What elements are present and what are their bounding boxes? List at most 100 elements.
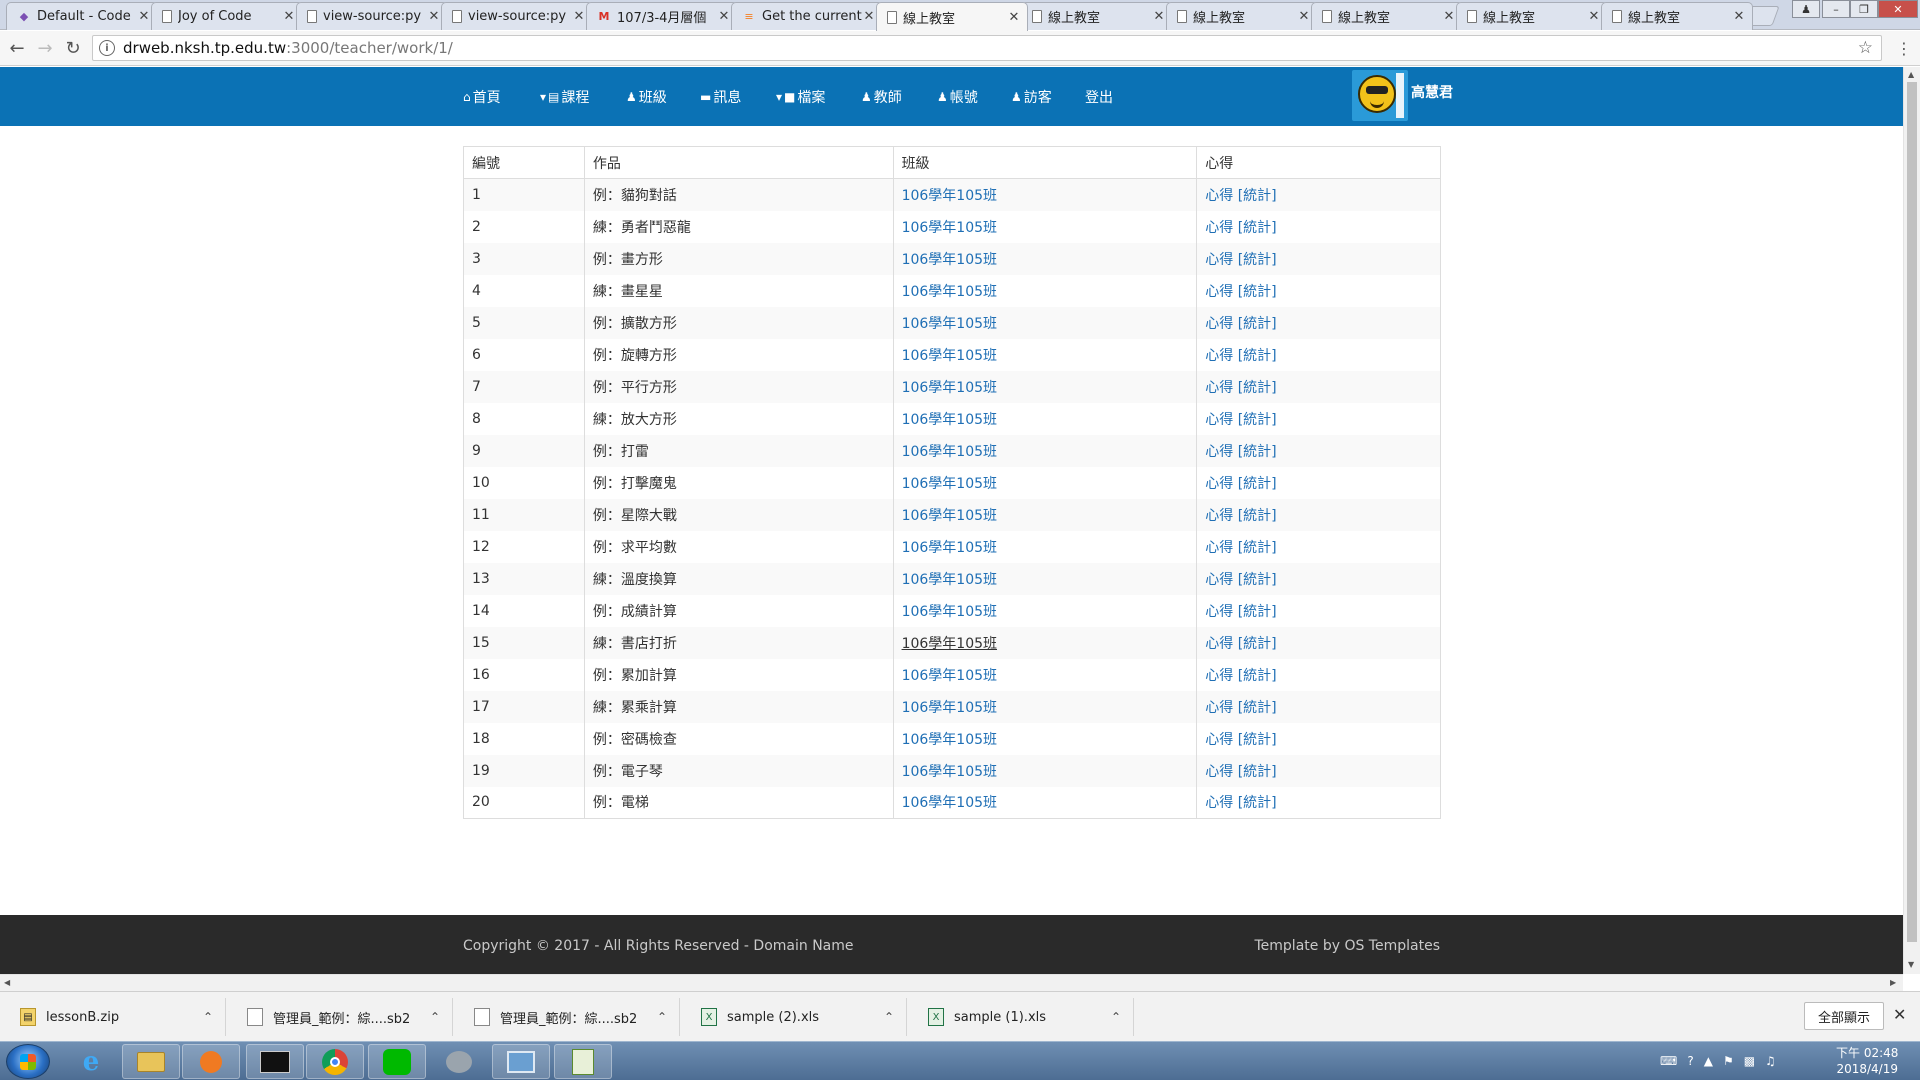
tab-close-icon[interactable]: ✕ bbox=[717, 9, 731, 24]
class-link[interactable]: 106學年105班 bbox=[902, 412, 997, 428]
maximize-button[interactable]: ❐ bbox=[1850, 0, 1878, 18]
download-item[interactable]: 管理員_範例：綜....sb2 ⌃ bbox=[454, 998, 680, 1036]
class-link[interactable]: 106學年105班 bbox=[902, 636, 997, 652]
bookmark-star-icon[interactable]: ☆ bbox=[1858, 38, 1873, 58]
class-link[interactable]: 106學年105班 bbox=[902, 732, 997, 748]
stats-link[interactable]: [統計] bbox=[1238, 348, 1277, 364]
chrome-icon[interactable] bbox=[306, 1044, 364, 1079]
minimize-button[interactable]: – bbox=[1822, 0, 1850, 18]
download-item[interactable]: ▤ lessonB.zip ⌃ bbox=[0, 998, 226, 1036]
chevron-up-icon[interactable]: ⌃ bbox=[884, 1010, 894, 1024]
scroll-left-arrow-icon[interactable]: ◀ bbox=[4, 978, 10, 987]
stats-link[interactable]: [統計] bbox=[1238, 444, 1277, 460]
reflection-link[interactable]: 心得 bbox=[1205, 220, 1233, 236]
network-icon[interactable]: ▩ bbox=[1744, 1054, 1755, 1068]
class-link[interactable]: 106學年105班 bbox=[902, 540, 997, 556]
network-tool-icon[interactable] bbox=[430, 1044, 488, 1079]
reload-icon[interactable]: ↻ bbox=[62, 37, 84, 59]
nav-item-1[interactable]: ▾ ▤ 課程 bbox=[540, 87, 589, 107]
stats-link[interactable]: [統計] bbox=[1238, 220, 1277, 236]
reflection-link[interactable]: 心得 bbox=[1205, 540, 1233, 556]
nav-item-2[interactable]: ♟ 班級 bbox=[626, 87, 667, 107]
tab-close-icon[interactable]: ✕ bbox=[427, 9, 441, 24]
scroll-down-arrow-icon[interactable]: ▼ bbox=[1908, 960, 1914, 969]
class-link[interactable]: 106學年105班 bbox=[902, 700, 997, 716]
stats-link[interactable]: [統計] bbox=[1238, 316, 1277, 332]
browser-tab[interactable]: Joy of Code ✕ bbox=[151, 2, 303, 30]
close-download-bar-icon[interactable]: ✕ bbox=[1893, 1005, 1906, 1024]
horizontal-scrollbar[interactable]: ◀ ▶ bbox=[0, 974, 1903, 991]
volume-icon[interactable]: ♫ bbox=[1765, 1054, 1776, 1068]
nav-item-3[interactable]: ▬ 訊息 bbox=[700, 87, 741, 107]
tab-close-icon[interactable]: ✕ bbox=[572, 9, 586, 24]
nav-item-4[interactable]: ▾ ■ 檔案 bbox=[776, 87, 825, 107]
help-icon[interactable]: ? bbox=[1687, 1054, 1693, 1068]
stats-link[interactable]: [統計] bbox=[1238, 604, 1277, 620]
vertical-scrollbar[interactable]: ▲ ▼ bbox=[1903, 67, 1920, 974]
browser-tab[interactable]: 線上教室 ✕ bbox=[876, 2, 1028, 31]
stats-link[interactable]: [統計] bbox=[1238, 795, 1277, 811]
reflection-link[interactable]: 心得 bbox=[1205, 795, 1233, 811]
menu-dots-icon[interactable]: ⋮ bbox=[1896, 39, 1912, 58]
stats-link[interactable]: [統計] bbox=[1238, 188, 1277, 204]
class-link[interactable]: 106學年105班 bbox=[902, 188, 997, 204]
scrollbar-thumb[interactable] bbox=[1907, 82, 1917, 942]
download-item[interactable]: Xsample (1).xls ⌃ bbox=[908, 998, 1134, 1036]
browser-tab[interactable]: ≡ Get the current ✕ bbox=[731, 2, 883, 30]
reflection-link[interactable]: 心得 bbox=[1205, 572, 1233, 588]
chevron-up-icon[interactable]: ⌃ bbox=[203, 1010, 213, 1024]
class-link[interactable]: 106學年105班 bbox=[902, 668, 997, 684]
avatar[interactable] bbox=[1352, 70, 1408, 121]
tab-close-icon[interactable]: ✕ bbox=[137, 9, 151, 24]
tab-close-icon[interactable]: ✕ bbox=[1587, 9, 1601, 24]
stats-link[interactable]: [統計] bbox=[1238, 764, 1277, 780]
reflection-link[interactable]: 心得 bbox=[1205, 508, 1233, 524]
tab-close-icon[interactable]: ✕ bbox=[862, 9, 876, 24]
browser-tab[interactable]: 線上教室 ✕ bbox=[1456, 2, 1608, 30]
browser-tab[interactable]: ◆ Default - Code ✕ bbox=[6, 2, 158, 30]
cmd-icon[interactable] bbox=[246, 1044, 304, 1079]
browser-tab[interactable]: view-source:py ✕ bbox=[296, 2, 448, 30]
info-icon[interactable]: i bbox=[99, 40, 115, 56]
browser-tab[interactable]: view-source:py ✕ bbox=[441, 2, 593, 30]
chevron-up-icon[interactable]: ⌃ bbox=[657, 1010, 667, 1024]
reflection-link[interactable]: 心得 bbox=[1205, 284, 1233, 300]
address-bar[interactable]: i drweb.nksh.tp.edu.tw:3000/teacher/work… bbox=[92, 35, 1882, 61]
class-link[interactable]: 106學年105班 bbox=[902, 348, 997, 364]
reflection-link[interactable]: 心得 bbox=[1205, 636, 1233, 652]
reflection-link[interactable]: 心得 bbox=[1205, 412, 1233, 428]
stats-link[interactable]: [統計] bbox=[1238, 668, 1277, 684]
class-link[interactable]: 106學年105班 bbox=[902, 380, 997, 396]
stats-link[interactable]: [統計] bbox=[1238, 572, 1277, 588]
tab-close-icon[interactable]: ✕ bbox=[1297, 9, 1311, 24]
class-link[interactable]: 106學年105班 bbox=[902, 764, 997, 780]
reflection-link[interactable]: 心得 bbox=[1205, 188, 1233, 204]
reflection-link[interactable]: 心得 bbox=[1205, 252, 1233, 268]
download-item[interactable]: Xsample (2).xls ⌃ bbox=[681, 998, 907, 1036]
stats-link[interactable]: [統計] bbox=[1238, 412, 1277, 428]
reflection-link[interactable]: 心得 bbox=[1205, 476, 1233, 492]
notepad-icon[interactable] bbox=[554, 1044, 612, 1079]
tab-close-icon[interactable]: ✕ bbox=[1007, 10, 1021, 25]
stats-link[interactable]: [統計] bbox=[1238, 508, 1277, 524]
stats-link[interactable]: [統計] bbox=[1238, 732, 1277, 748]
class-link[interactable]: 106學年105班 bbox=[902, 795, 997, 811]
tray-expand-icon[interactable]: ▲ bbox=[1704, 1054, 1713, 1068]
reflection-link[interactable]: 心得 bbox=[1205, 700, 1233, 716]
tab-close-icon[interactable]: ✕ bbox=[1442, 9, 1456, 24]
class-link[interactable]: 106學年105班 bbox=[902, 220, 997, 236]
stats-link[interactable]: [統計] bbox=[1238, 284, 1277, 300]
keyboard-icon[interactable]: ⌨ bbox=[1660, 1054, 1677, 1068]
reflection-link[interactable]: 心得 bbox=[1205, 668, 1233, 684]
tab-close-icon[interactable]: ✕ bbox=[1732, 9, 1746, 24]
reflection-link[interactable]: 心得 bbox=[1205, 348, 1233, 364]
profile-icon[interactable]: ♟ bbox=[1792, 0, 1820, 18]
reflection-link[interactable]: 心得 bbox=[1205, 444, 1233, 460]
remote-desktop-icon[interactable] bbox=[492, 1044, 550, 1079]
stats-link[interactable]: [統計] bbox=[1238, 252, 1277, 268]
class-link[interactable]: 106學年105班 bbox=[902, 316, 997, 332]
media-player-icon[interactable] bbox=[182, 1044, 240, 1079]
chevron-up-icon[interactable]: ⌃ bbox=[1111, 1010, 1121, 1024]
explorer-folder-icon[interactable] bbox=[122, 1044, 180, 1079]
class-link[interactable]: 106學年105班 bbox=[902, 284, 997, 300]
